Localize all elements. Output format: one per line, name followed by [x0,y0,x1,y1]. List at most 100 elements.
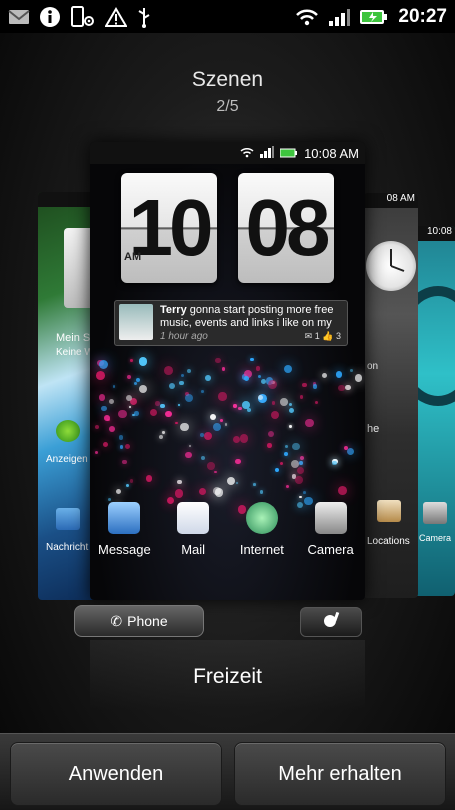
personalize-button[interactable] [300,607,362,637]
sparkle-dot [284,445,288,449]
sparkle-dot [122,460,127,465]
sparkle-dot [290,459,299,468]
dock: Message Mail Internet Camera [90,502,365,557]
sparkle-dot [133,382,138,386]
scene-label: Camera [419,533,452,543]
sparkle-dot [98,393,106,401]
page-title: Szenen [191,68,264,91]
sparkle-dot [271,410,280,419]
scene-card-far-right[interactable]: 10:08 Camera [413,226,455,596]
sparkle-dot [108,426,115,433]
sparkle-dot [246,408,252,413]
sparkle-dot [243,375,250,382]
sparkle-dot [101,405,108,412]
usb-icon [136,6,152,28]
mini-status-time: 10:08 AM [304,145,359,161]
sparkle-dot [345,385,351,391]
signal-icon [328,7,351,27]
sparkle-dot [337,486,347,495]
facebook-widget[interactable]: Terry gonna start posting more free musi… [114,300,348,346]
sparkle-dot [185,394,194,403]
sparkle-dot [299,395,304,400]
message-app-icon [56,508,80,530]
clock-ampm: AM [124,251,142,263]
sparkle-dot [233,404,237,408]
sparkle-dot [98,360,108,370]
sparkle-dot [288,407,294,413]
sparkle-dot [176,479,182,485]
status-time: 20:27 [398,5,447,27]
sparkle-dot [138,357,147,366]
mini-status-bar: 10:08 [413,226,455,241]
sparkle-dot [295,476,303,484]
sparkle-dot [125,443,131,449]
mini-status-bar: 10:08 AM [90,142,365,164]
sparkle-dot [104,415,110,421]
comment-count: 1 [314,331,320,341]
sparkle-dot [221,366,226,371]
info-app-icon [56,420,80,442]
sparkle-dot [260,378,267,385]
sparkle-dot [271,401,275,405]
sparkle-dot [138,384,148,394]
dock-item-internet[interactable]: Internet [228,502,296,557]
sparkle-dot [268,430,275,437]
sparkle-dot [238,406,242,411]
sparkle-dot [201,390,204,394]
apply-button[interactable]: Anwenden [10,742,222,806]
sparkle-dot [235,458,241,464]
scene-label: Locations [367,536,410,547]
camera-icon [314,502,347,534]
sparkle-dot [299,495,302,499]
scene-label: Anzeigen [46,454,88,465]
signal-icon [260,145,275,161]
scene-pager: 2/5 [216,98,239,115]
sparkle-dot [186,368,192,374]
sparkle-dot [285,484,289,488]
get-more-button[interactable]: Mehr erhalten [234,742,446,806]
scene-card-right[interactable]: 08 AM on he Locations [363,193,418,598]
scene-name: Freizeit [193,665,262,688]
message-icon [108,502,141,534]
sparkle-dot [149,408,158,417]
avatar [119,304,153,340]
dock-label: Mail [181,542,206,557]
scene-label: Mein St [56,332,94,344]
dock-item-camera[interactable]: Camera [297,502,365,557]
phone-label: Phone [127,613,168,629]
sparkle-dot [299,455,304,460]
sparkle-dot [129,405,132,408]
clock-minute-tile: 08 [238,173,334,283]
sparkle-dot [312,383,318,389]
sparkle-dot [130,358,133,362]
sparkle-dot [96,371,106,381]
like-icon: 👍 [322,331,334,341]
sparkle-dot [315,400,319,405]
sparkle-dot [299,460,303,465]
phone-button[interactable]: ✆ Phone [74,605,204,637]
sparkle-dot [95,424,99,429]
facebook-post: Terry gonna start posting more free musi… [160,304,340,330]
sparkle-dot [189,444,192,447]
dock-item-message[interactable]: Message [90,502,158,557]
sparkle-dot [280,398,288,406]
scene-card-main[interactable]: 10:08 AM 10 AM 08 Terry gonna start post… [90,142,365,600]
dock-item-mail[interactable]: Mail [159,502,227,557]
sparkle-dot [102,441,109,448]
sparkle-dot [218,392,227,401]
sparkle-dot [108,398,115,405]
sparkle-dot [126,483,130,487]
sparkle-dot [174,421,178,425]
scene-label: Keine W [56,347,94,358]
sparkle-dot [180,422,189,432]
sparkle-dot [256,366,261,371]
sparkle-dot [181,373,185,377]
sparkle-dot [112,384,116,388]
sparkle-dot [145,475,153,482]
sparkle-dot [108,497,112,502]
sparkle-dot [280,461,284,465]
dock-label: Camera [307,542,354,557]
sparkle-dot [213,422,221,431]
sparkle-dot [210,413,217,420]
sparkle-dot [179,380,184,386]
